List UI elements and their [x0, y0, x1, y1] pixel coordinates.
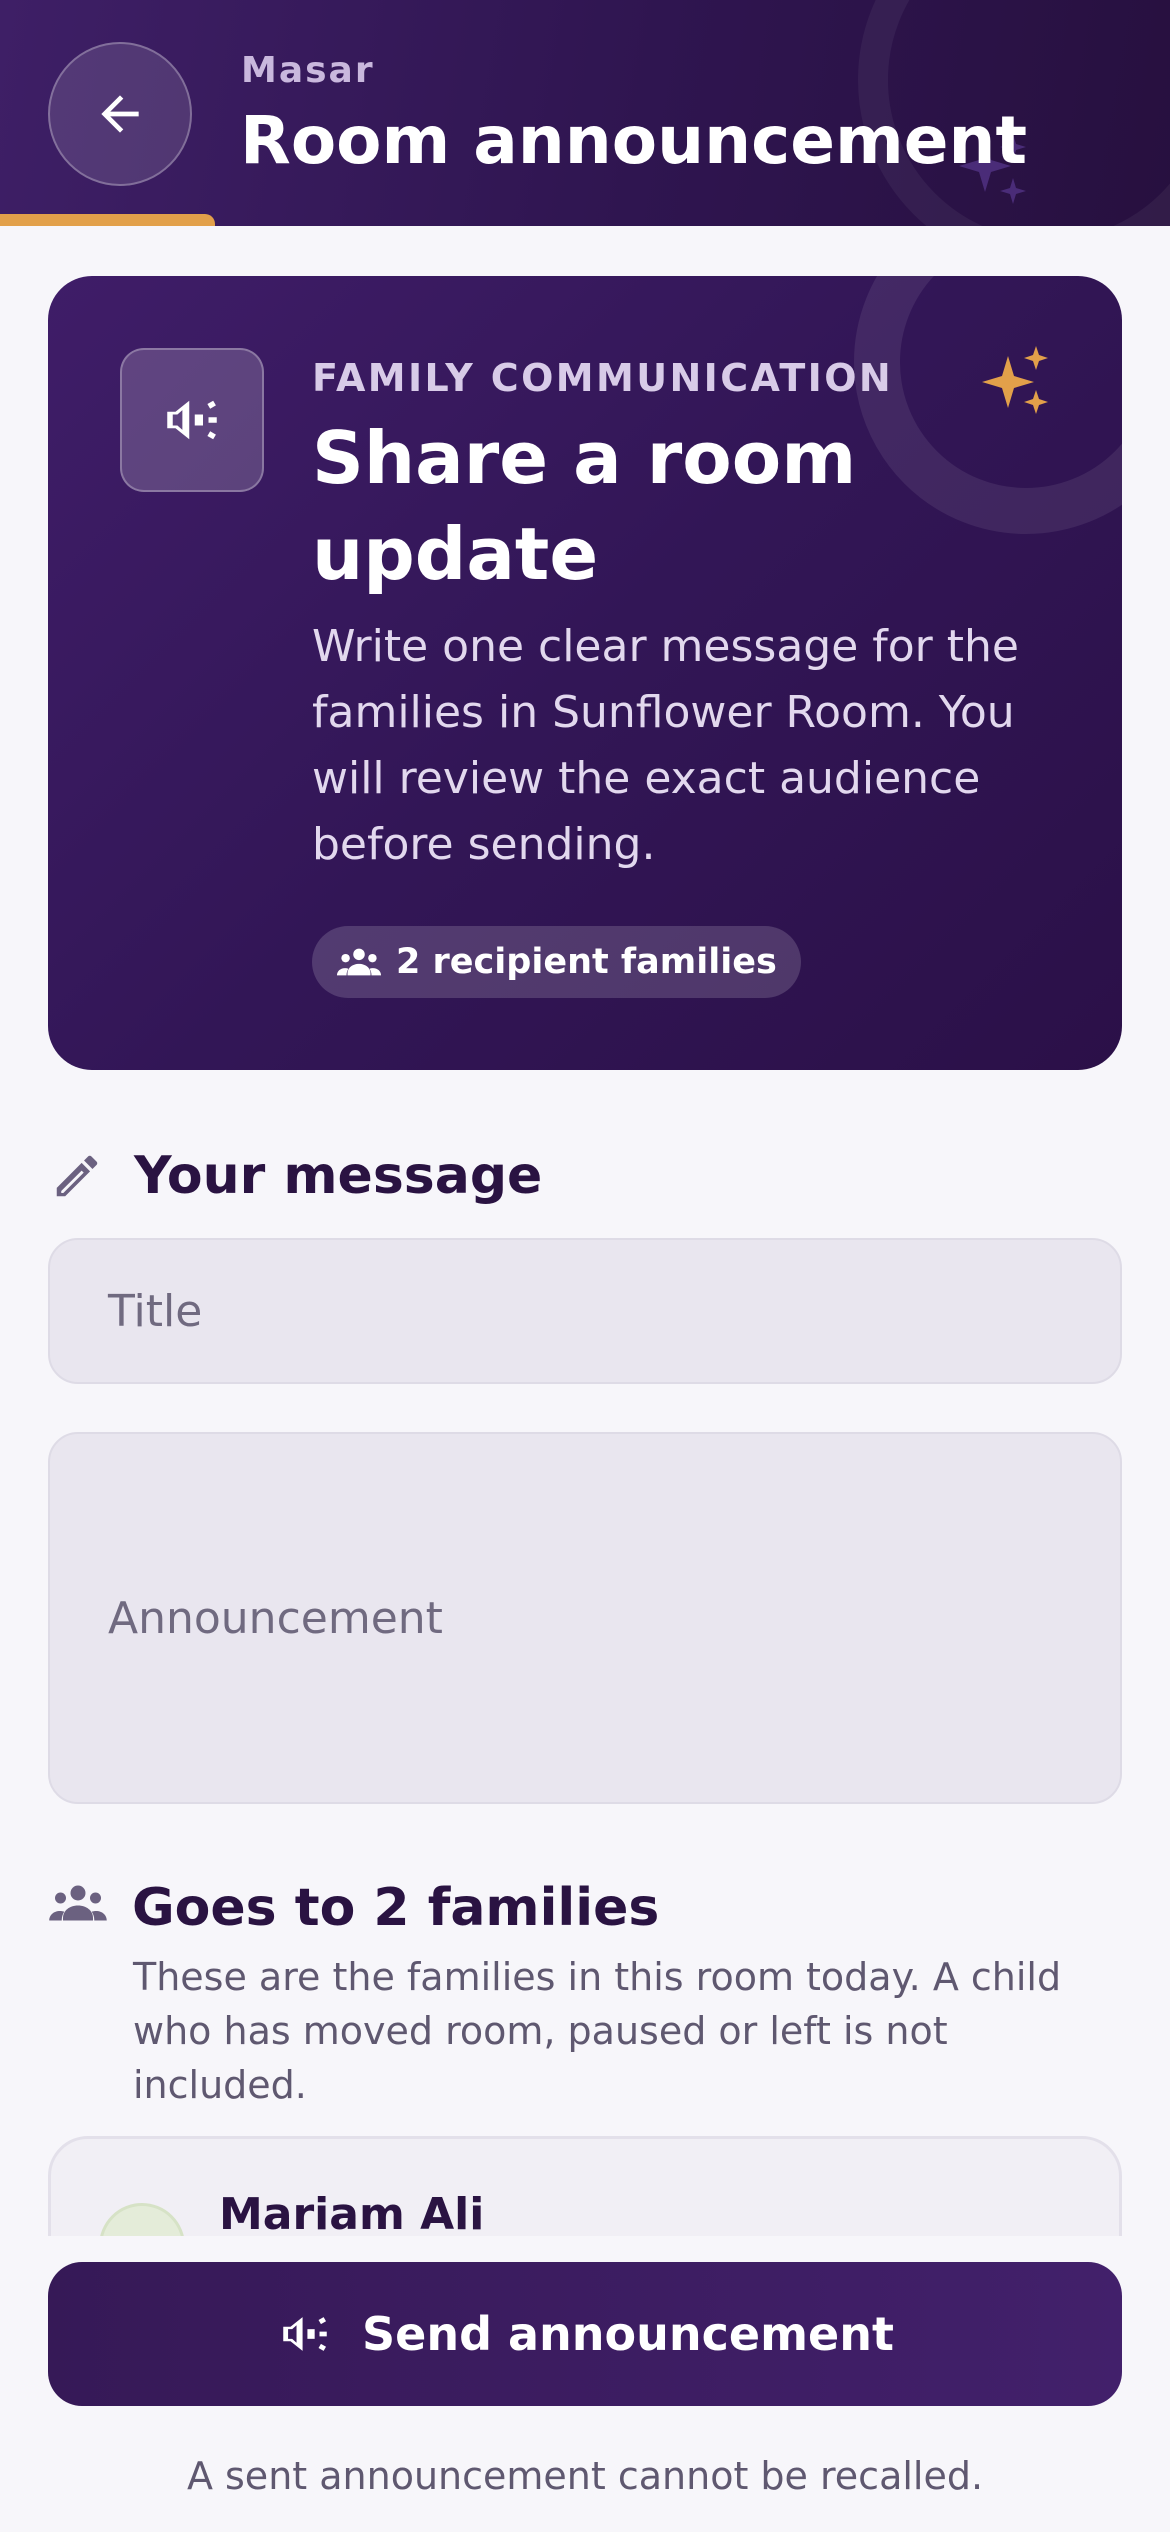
group-icon [49, 1885, 107, 1921]
back-button[interactable] [48, 42, 192, 186]
title-placeholder: Title [108, 1285, 203, 1337]
announcement-placeholder: Announcement [108, 1592, 443, 1644]
header-accent-bar [0, 214, 215, 226]
arrow-left-icon [101, 95, 139, 133]
sparkles-icon [982, 346, 1048, 414]
hero-card: FAMILY COMMUNICATION Share a room update… [48, 276, 1122, 1070]
send-announcement-button[interactable]: Send announcement [48, 2262, 1122, 2406]
megaphone-icon [167, 400, 217, 440]
app-header: Masar Room announcement [0, 0, 1170, 226]
bottom-action-bar: Send announcement A sent announcement ca… [0, 2236, 1170, 2532]
page-title: Room announcement [240, 102, 1028, 179]
hero-heading: Share a room update [312, 416, 857, 596]
group-icon [336, 948, 382, 976]
recipient-count-badge: 2 recipient families [312, 926, 801, 998]
recipient-count-label: 2 recipient families [396, 942, 777, 982]
message-section-header: Your message [50, 1146, 542, 1206]
megaphone-icon [283, 2317, 327, 2351]
hero-eyebrow: FAMILY COMMUNICATION [312, 356, 894, 400]
announcement-textarea[interactable]: Announcement [48, 1432, 1122, 1804]
app-name: Masar [241, 50, 375, 91]
send-button-label: Send announcement [362, 2307, 894, 2361]
message-section-title: Your message [134, 1146, 543, 1206]
announcement-icon-box [120, 348, 264, 492]
hero-description: Write one clear message for the families… [312, 621, 1019, 870]
title-input[interactable]: Title [48, 1238, 1122, 1384]
pencil-icon [56, 1155, 98, 1197]
recipients-section-header: Goes to 2 families [48, 1878, 659, 1938]
family-name: Mariam Ali [219, 2189, 485, 2240]
recipients-section-title: Goes to 2 families [132, 1878, 660, 1938]
send-warning-note: A sent announcement cannot be recalled. [186, 2454, 984, 2498]
recipients-description: These are the families in this room toda… [133, 1955, 1062, 2107]
